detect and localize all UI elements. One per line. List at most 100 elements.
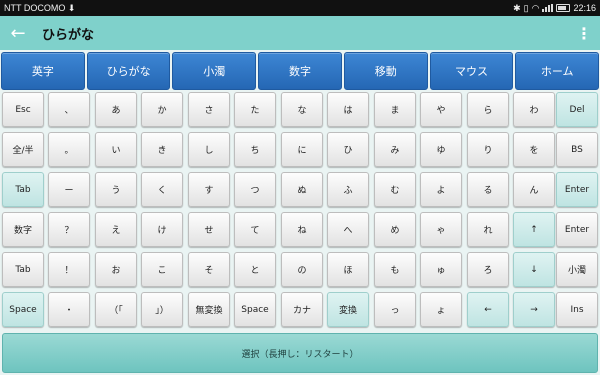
key-r4-c7[interactable]: ほ xyxy=(327,252,369,287)
key-r5-c2[interactable]: （「 xyxy=(95,292,137,327)
key-r2-c4[interactable]: す xyxy=(188,172,230,207)
key-r1-c11[interactable]: を xyxy=(513,132,555,167)
key-r5-c12[interactable]: Ins xyxy=(556,292,598,327)
key-r0-c2[interactable]: あ xyxy=(95,92,137,127)
key-r1-c1[interactable]: 。 xyxy=(48,132,90,167)
key-r0-c12[interactable]: Del xyxy=(556,92,598,127)
key-r4-c3[interactable]: こ xyxy=(141,252,183,287)
key-r1-c9[interactable]: ゆ xyxy=(420,132,462,167)
key-r1-c8[interactable]: み xyxy=(374,132,416,167)
key-r0-c11[interactable]: わ xyxy=(513,92,555,127)
wifi-icon: ◠ xyxy=(531,2,540,13)
key-r5-c1[interactable]: ・ xyxy=(48,292,90,327)
key-r4-c0[interactable]: Tab xyxy=(2,252,44,287)
signal-icon xyxy=(542,4,554,12)
key-r3-c7[interactable]: へ xyxy=(327,212,369,247)
key-r5-c8[interactable]: っ xyxy=(374,292,416,327)
key-r5-c3[interactable]: 」） xyxy=(141,292,183,327)
select-button[interactable]: 選択（長押し：リスタート） xyxy=(2,333,598,373)
key-r4-c10[interactable]: ろ xyxy=(467,252,509,287)
key-r4-c8[interactable]: も xyxy=(374,252,416,287)
key-r1-c12[interactable]: BS xyxy=(556,132,598,167)
key-r4-c2[interactable]: お xyxy=(95,252,137,287)
key-r0-c8[interactable]: ま xyxy=(374,92,416,127)
key-r2-c11[interactable]: ん xyxy=(513,172,555,207)
key-r2-c7[interactable]: ふ xyxy=(327,172,369,207)
key-r2-c5[interactable]: つ xyxy=(234,172,276,207)
more-menu-icon[interactable]: ⋮ xyxy=(576,16,592,50)
key-r1-c7[interactable]: ひ xyxy=(327,132,369,167)
tab-5[interactable]: マウス xyxy=(429,52,514,90)
key-r2-c9[interactable]: よ xyxy=(420,172,462,207)
page-title: ひらがな xyxy=(42,27,95,43)
key-r4-c6[interactable]: の xyxy=(281,252,323,287)
key-r3-c4[interactable]: せ xyxy=(188,212,230,247)
key-r1-c10[interactable]: り xyxy=(467,132,509,167)
key-r1-c0[interactable]: 全/半 xyxy=(2,132,44,167)
key-r3-c2[interactable]: え xyxy=(95,212,137,247)
status-right: ✱ ▯ ◠ 22:16 xyxy=(513,3,596,14)
tab-4[interactable]: 移動 xyxy=(343,52,428,90)
status-left: NTT DOCOMO ⬇ xyxy=(4,3,75,14)
key-r3-c11[interactable]: ↑ xyxy=(513,212,555,247)
carrier-label: NTT DOCOMO xyxy=(4,2,66,13)
key-r3-c3[interactable]: け xyxy=(141,212,183,247)
select-button-label: 選択（長押し：リスタート） xyxy=(241,349,359,360)
key-r2-c12[interactable]: Enter xyxy=(556,172,598,207)
key-r0-c1[interactable]: 、 xyxy=(48,92,90,127)
key-r3-c12[interactable]: Enter xyxy=(556,212,598,247)
key-r5-c11[interactable]: → xyxy=(513,292,555,327)
tab-3[interactable]: 数字 xyxy=(258,52,342,90)
key-r5-c0[interactable]: Space xyxy=(2,292,44,327)
key-r4-c11[interactable]: ↓ xyxy=(513,252,555,287)
key-r3-c10[interactable]: れ xyxy=(467,212,509,247)
key-r1-c2[interactable]: い xyxy=(95,132,137,167)
key-r2-c0[interactable]: Tab xyxy=(2,172,44,207)
key-r2-c10[interactable]: る xyxy=(467,172,509,207)
status-bar: NTT DOCOMO ⬇ ✱ ▯ ◠ 22:16 xyxy=(0,0,600,16)
key-r4-c12[interactable]: 小濁 xyxy=(556,252,598,287)
tab-0[interactable]: 英字 xyxy=(1,52,85,90)
app-bar: ← ひらがな ⋮ xyxy=(0,16,600,50)
key-r5-c9[interactable]: ょ xyxy=(420,292,462,327)
clock: 22:16 xyxy=(573,3,596,13)
key-r3-c5[interactable]: て xyxy=(234,212,276,247)
tab-6[interactable]: ホーム xyxy=(515,52,600,90)
tab-1[interactable]: ひらがな xyxy=(86,52,171,90)
key-r0-c7[interactable]: は xyxy=(327,92,369,127)
key-r0-c6[interactable]: な xyxy=(281,92,323,127)
key-r1-c6[interactable]: に xyxy=(281,132,323,167)
key-r5-c7[interactable]: 変換 xyxy=(327,292,369,327)
key-r3-c1[interactable]: ？ xyxy=(48,212,90,247)
key-r3-c9[interactable]: ゃ xyxy=(420,212,462,247)
keyboard-grid: Esc、あかさたなはまやらわ Del 全/半。いきしちにひみゆりを BS Tab ーうくす… xyxy=(2,92,598,330)
key-r2-c1[interactable]: ー xyxy=(48,172,90,207)
key-r0-c4[interactable]: さ xyxy=(188,92,230,127)
key-r2-c8[interactable]: む xyxy=(374,172,416,207)
key-r5-c5[interactable]: Space xyxy=(234,292,276,327)
key-r0-c5[interactable]: た xyxy=(234,92,276,127)
key-r1-c5[interactable]: ち xyxy=(234,132,276,167)
key-r4-c9[interactable]: ゅ xyxy=(420,252,462,287)
key-r4-c5[interactable]: と xyxy=(234,252,276,287)
key-r2-c6[interactable]: ぬ xyxy=(281,172,323,207)
tab-2[interactable]: 小濁 xyxy=(172,52,257,90)
key-r0-c10[interactable]: ら xyxy=(467,92,509,127)
key-r0-c3[interactable]: か xyxy=(141,92,183,127)
key-r3-c6[interactable]: ね xyxy=(281,212,323,247)
key-r5-c6[interactable]: カナ xyxy=(281,292,323,327)
key-r1-c3[interactable]: き xyxy=(141,132,183,167)
key-r5-c10[interactable]: ← xyxy=(467,292,509,327)
back-arrow-icon[interactable]: ← xyxy=(0,16,36,50)
key-r1-c4[interactable]: し xyxy=(188,132,230,167)
vibrate-icon: ▯ xyxy=(523,2,529,13)
key-r3-c8[interactable]: め xyxy=(374,212,416,247)
key-r3-c0[interactable]: 数字 xyxy=(2,212,44,247)
key-r2-c2[interactable]: う xyxy=(95,172,137,207)
key-r2-c3[interactable]: く xyxy=(141,172,183,207)
key-r0-c0[interactable]: Esc xyxy=(2,92,44,127)
key-r5-c4[interactable]: 無変換 xyxy=(188,292,230,327)
key-r4-c4[interactable]: そ xyxy=(188,252,230,287)
key-r0-c9[interactable]: や xyxy=(420,92,462,127)
key-r4-c1[interactable]: ！ xyxy=(48,252,90,287)
